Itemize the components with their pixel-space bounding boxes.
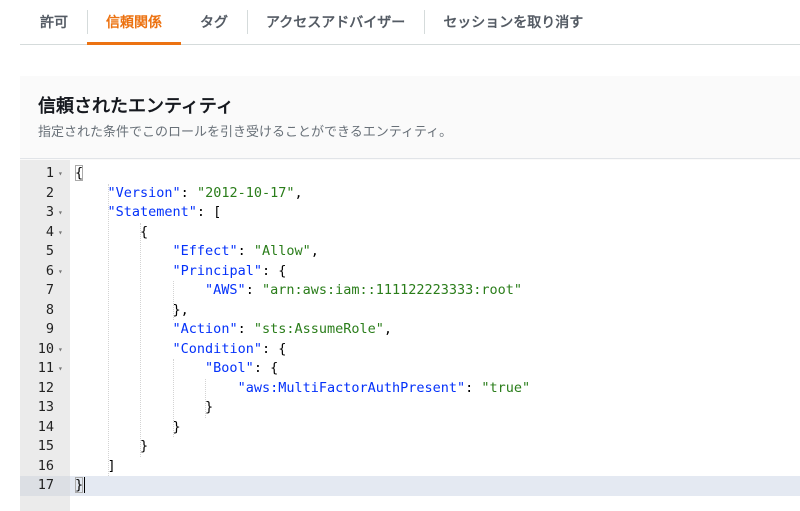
line-number: 16: [20, 457, 70, 477]
line-number-text: 2: [45, 184, 54, 201]
code-text: }: [75, 477, 86, 493]
line-number-text: 4: [45, 223, 54, 240]
fold-toggle-icon[interactable]: ▾: [58, 359, 63, 379]
indent-guide: [205, 378, 207, 418]
fold-toggle-icon[interactable]: ▾: [58, 203, 63, 223]
code-text: "Action": "sts:AssumeRole",: [172, 321, 393, 337]
code-text: "aws:MultiFactorAuthPresent": "true": [237, 379, 531, 396]
code-line[interactable]: 9 "Action": "sts:AssumeRole",: [20, 320, 800, 340]
fold-toggle-icon[interactable]: ▾: [58, 340, 63, 360]
line-number: 6 ▾: [20, 262, 70, 282]
code-line[interactable]: 17}: [20, 476, 800, 496]
tab-trust-relationships[interactable]: 信頼関係: [87, 0, 181, 45]
code-text: }: [75, 399, 214, 415]
line-number-text: 15: [37, 438, 54, 454]
line-number: 15: [20, 437, 70, 457]
line-number-text: 11: [37, 360, 54, 376]
code-line[interactable]: 10 ▾ "Condition": {: [20, 340, 800, 360]
line-number-text: 1: [45, 165, 54, 181]
line-number: 11 ▾: [20, 359, 70, 379]
line-number: 13: [20, 398, 70, 418]
panel-description: 指定された条件でこのロールを引き受けることができるエンティティ。: [38, 124, 453, 139]
line-number-text: 8: [45, 301, 54, 318]
line-number: 7: [20, 281, 70, 301]
line-number: 4 ▾: [20, 223, 70, 243]
code-text: "Version": "2012-10-17",: [107, 184, 303, 201]
tab-tags[interactable]: タグ: [181, 0, 247, 44]
code-line[interactable]: 16 ]: [20, 457, 800, 477]
divider: [20, 158, 800, 159]
line-number-text: 17: [37, 477, 54, 493]
line-number-text: 14: [37, 418, 54, 435]
indent-guide: [140, 222, 142, 457]
line-number: 5: [20, 242, 70, 262]
code-line[interactable]: 12 "aws:MultiFactorAuthPresent": "true": [20, 379, 800, 399]
fold-toggle-icon[interactable]: ▾: [58, 262, 63, 282]
line-number-text: 9: [45, 321, 54, 337]
fold-toggle-icon[interactable]: ▾: [58, 164, 63, 184]
line-number: 9: [20, 320, 70, 340]
indent-guide: [172, 359, 174, 437]
code-text: "Statement": [: [107, 204, 222, 220]
line-number: 17: [20, 476, 70, 496]
line-number-text: 3: [45, 204, 54, 220]
line-number: 8: [20, 301, 70, 321]
tab-label: 許可: [40, 14, 68, 30]
tab-permissions[interactable]: 許可: [20, 0, 87, 44]
code-text: "AWS": "arn:aws:iam::111122223333:root": [205, 282, 523, 298]
code-text: "Bool": {: [205, 360, 279, 376]
code-line[interactable]: 3 ▾ "Statement": [: [20, 203, 800, 223]
tab-access-advisor[interactable]: アクセスアドバイザー: [247, 0, 424, 44]
tab-label: 信頼関係: [106, 14, 162, 30]
line-number-text: 6: [45, 262, 54, 279]
fold-toggle-icon[interactable]: ▾: [58, 223, 63, 243]
line-number: 2: [20, 184, 70, 204]
line-number-text: 12: [37, 379, 54, 396]
indent-guide: [172, 281, 174, 320]
code-line[interactable]: 5 "Effect": "Allow",: [20, 242, 800, 262]
code-text: ]: [75, 457, 116, 474]
tab-revoke-sessions[interactable]: セッションを取り消す: [424, 0, 602, 44]
code-text: "Effect": "Allow",: [172, 243, 319, 259]
line-number: 12: [20, 379, 70, 399]
line-number-text: 10: [37, 340, 54, 357]
line-number-text: 16: [37, 457, 54, 474]
code-line[interactable]: 6 ▾ "Principal": {: [20, 262, 800, 282]
code-text: {: [75, 223, 149, 240]
code-line[interactable]: 4 ▾ {: [20, 223, 800, 243]
line-number: 3 ▾: [20, 203, 70, 223]
panel-title: 信頼されたエンティティ: [38, 96, 234, 116]
code-line[interactable]: 8 },: [20, 301, 800, 321]
tab-label: タグ: [200, 14, 228, 30]
code-line[interactable]: 1 ▾ {: [20, 164, 800, 184]
tab-bar: 許可 信頼関係 タグ アクセスアドバイザー セッションを取り消す: [20, 0, 800, 45]
code-text: }: [75, 418, 181, 435]
code-line[interactable]: 11 ▾ "Bool": {: [20, 359, 800, 379]
line-number-text: 5: [45, 243, 54, 259]
code-line[interactable]: 2 "Version": "2012-10-17",: [20, 184, 800, 204]
line-number: 10 ▾: [20, 340, 70, 360]
text-caret: [84, 477, 86, 493]
line-number-text: 7: [45, 282, 54, 298]
line-number: 14: [20, 418, 70, 438]
code-line[interactable]: 13 }: [20, 398, 800, 418]
code-text: {: [75, 165, 84, 181]
policy-json-editor[interactable]: 1 ▾{2 "Version": "2012-10-17", 3 ▾ "Stateme…: [20, 160, 800, 511]
code-line[interactable]: 15 }: [20, 437, 800, 457]
indent-guide: [107, 183, 109, 476]
code-text: }: [75, 438, 149, 454]
tab-label: アクセスアドバイザー: [266, 14, 406, 30]
code-line[interactable]: 14 }: [20, 418, 800, 438]
code-line[interactable]: 7 "AWS": "arn:aws:iam::111122223333:root…: [20, 281, 800, 301]
line-number: 1 ▾: [20, 164, 70, 184]
tab-label: セッションを取り消す: [443, 14, 584, 30]
line-number-text: 13: [37, 399, 54, 415]
